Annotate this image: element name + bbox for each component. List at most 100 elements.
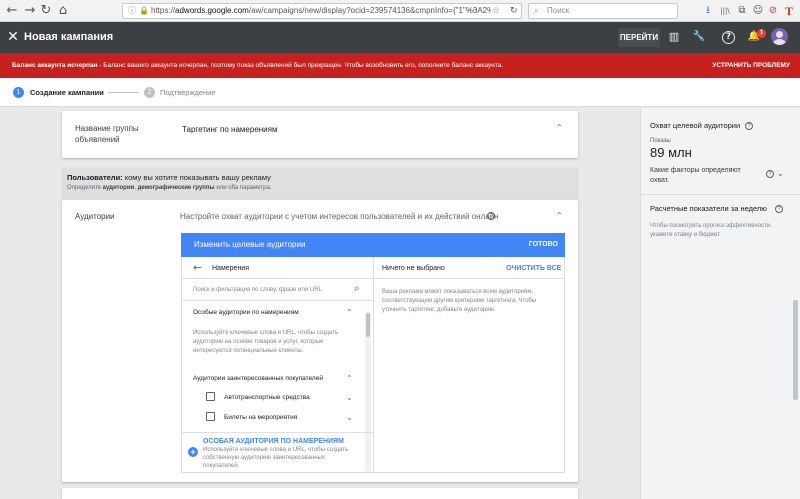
users-sub-audiences: аудитории	[102, 185, 135, 191]
help-icon[interactable]: ?	[487, 212, 495, 220]
block-icon[interactable]: ⊘	[766, 3, 780, 19]
reach-factors-line[interactable]: охват.	[650, 176, 669, 185]
search-icon: ⌕	[534, 6, 539, 15]
page-title: Новая кампания	[24, 31, 114, 43]
selected-desc-line: Ваша реклама может показываться всем ауд…	[382, 289, 534, 295]
list-item[interactable]: Билеты на мероприятия	[224, 413, 297, 422]
users-sub-demographics: демографические группы	[137, 185, 215, 191]
users-section-subtitle: Определите аудитории, демографические гр…	[67, 184, 271, 193]
selected-title: Ничего не выбрано	[382, 265, 445, 272]
ad-group-card[interactable]: Название группы объявлений Таргетинг по …	[62, 111, 578, 158]
lock-icon: 🔒	[139, 6, 149, 15]
step-connector	[108, 92, 138, 93]
help-icon[interactable]: ?	[722, 31, 735, 44]
chevron-down-icon[interactable]: ⌄	[346, 413, 353, 423]
done-button[interactable]: ГОТОВО	[529, 233, 558, 257]
reload-icon[interactable]: ↻	[38, 3, 54, 19]
help-icon[interactable]: ?	[775, 205, 783, 213]
chevron-down-icon[interactable]: ⌄	[346, 393, 353, 403]
ad-group-name-value: Таргетинг по намерениям	[182, 125, 278, 134]
checkbox[interactable]	[206, 392, 215, 401]
divider	[373, 257, 374, 472]
url-text: https://adwords.google.com/aw/campaigns/…	[151, 4, 491, 18]
browser-search-input[interactable]: ⌕ Поиск	[528, 3, 678, 19]
audiences-description: Настройте охват аудитории с учетом интер…	[180, 212, 499, 221]
custom-intent-title[interactable]: Особые аудитории по намерениям	[193, 308, 299, 317]
edit-audiences-header: Изменить целевые аудитории ГОТОВО	[181, 233, 565, 257]
home-icon[interactable]: ⌂	[55, 3, 71, 19]
back-arrow-icon[interactable]: ←	[193, 262, 202, 274]
divider	[182, 300, 373, 301]
chevron-down-icon[interactable]: ⌄	[777, 169, 784, 179]
search-placeholder: Поиск	[547, 6, 570, 15]
translate-icon[interactable]: T	[782, 3, 796, 19]
avatar[interactable]	[771, 28, 788, 45]
browser-toolbar: ← → ↻ ⌂ ⓘ 🔒 https://adwords.google.com/a…	[0, 0, 800, 22]
impressions-label: Показы	[650, 138, 671, 144]
audience-editor: ← Намерения Поиск и фильтрация по слову,…	[181, 257, 565, 473]
refresh-icon[interactable]: ↻	[510, 3, 518, 19]
divider	[374, 278, 565, 279]
selected-desc-line: соответствующим другим критериям таргети…	[382, 298, 537, 304]
page-scrollbar[interactable]	[793, 300, 798, 400]
search-icon[interactable]: ⌕	[354, 283, 360, 295]
chevron-up-icon[interactable]: ⌃	[346, 308, 353, 318]
step-1-indicator: 1	[13, 87, 24, 98]
help-icon[interactable]: ?	[766, 170, 774, 178]
custom-intent-desc-line: аудиторию на основе товаров и услуг, кот…	[193, 339, 324, 345]
clear-all-button[interactable]: ОЧИСТИТЬ ВСЕ	[506, 264, 561, 273]
nav-title: Намерения	[212, 265, 250, 272]
info-icon[interactable]: ⓘ	[128, 4, 136, 18]
step-2-indicator: 2	[144, 87, 155, 98]
add-icon[interactable]: +	[188, 447, 198, 457]
tools-icon[interactable]: 🔧	[691, 29, 707, 45]
divider	[182, 432, 373, 433]
users-title-text: кому вы хотите показывать вашу рекламу	[122, 173, 271, 182]
chevron-up-icon[interactable]: ⌃	[346, 374, 353, 384]
url-prefix: https://	[151, 6, 176, 15]
metrics-title: Расчетные показатели за неделю	[650, 204, 767, 213]
reach-factors-line[interactable]: Какие факторы определяют	[650, 166, 741, 175]
checkbox[interactable]	[206, 412, 215, 421]
more-icon[interactable]: ···	[469, 3, 478, 19]
alert-message: Баланс аккаунта исчерпан - Баланс вашего…	[12, 53, 503, 78]
edit-audiences-title: Изменить целевые аудитории	[194, 240, 306, 249]
library-icon[interactable]: |||\	[718, 3, 732, 19]
reports-icon[interactable]: ▥	[666, 29, 682, 45]
users-title-bold: Пользователи:	[67, 173, 123, 182]
metrics-desc-line: Чтобы посмотреть прогноз эффективности,	[650, 223, 772, 229]
next-section-card	[62, 488, 578, 499]
bookmark-star-icon[interactable]: ☆	[492, 3, 500, 19]
impressions-value: 89 млн	[650, 145, 692, 160]
go-button[interactable]: ПЕРЕЙТИ	[618, 28, 660, 47]
users-sub-prefix: Определите	[67, 185, 103, 191]
address-bar[interactable]: ⓘ 🔒 https://adwords.google.com/aw/campai…	[122, 3, 522, 19]
fix-issue-button[interactable]: УСТРАНИТЬ ПРОБЛЕМУ	[712, 53, 790, 78]
step-2-label: Подтверждение	[160, 88, 216, 97]
ad-group-name-label: Название группы объявлений	[75, 124, 139, 144]
alert-body: - Баланс вашего аккаунта исчерпан, поэто…	[97, 62, 504, 69]
sidebar-icon[interactable]: ⧉	[735, 3, 749, 19]
audiences-label: Аудитории	[75, 212, 115, 221]
forward-arrow-icon[interactable]: →	[22, 3, 38, 19]
help-icon[interactable]: ?	[745, 122, 753, 130]
users-section-header: Пользователи: кому вы хотите показывать …	[62, 168, 578, 200]
metrics-desc-line: укажите ставку и бюджет.	[650, 232, 721, 238]
extension-icon[interactable]: ☺	[751, 3, 765, 19]
new-custom-intent-button[interactable]: ОСОБАЯ АУДИТОРИЯ ПО НАМЕРЕНИЯМ	[203, 437, 344, 446]
alert-banner: Баланс аккаунта исчерпан - Баланс вашего…	[0, 53, 800, 78]
custom-intent-desc-line: Используйте ключевые слова и URL, чтобы …	[193, 330, 339, 336]
download-icon[interactable]: ⭳	[701, 3, 715, 19]
close-icon[interactable]: ✕	[6, 22, 20, 53]
chevron-up-icon[interactable]: ⌃	[556, 123, 563, 133]
back-arrow-icon[interactable]: ←	[4, 3, 20, 19]
selected-desc-line: уточнить таргетинг, добавьте аудиторию.	[382, 307, 496, 313]
chevron-up-icon[interactable]: ⌃	[556, 211, 563, 221]
in-market-title[interactable]: Аудитории заинтересованных покупателей	[193, 374, 323, 383]
audience-search-input[interactable]: Поиск и фильтрация по слову, фразе или U…	[193, 286, 322, 294]
users-section-title: Пользователи: кому вы хотите показывать …	[67, 173, 271, 183]
scrollbar-thumb[interactable]	[366, 313, 370, 337]
step-1-label: Создание кампании	[30, 88, 104, 97]
reach-title: Охват целевой аудитории	[650, 121, 741, 130]
list-item[interactable]: Автотранспортные средства	[224, 393, 310, 402]
